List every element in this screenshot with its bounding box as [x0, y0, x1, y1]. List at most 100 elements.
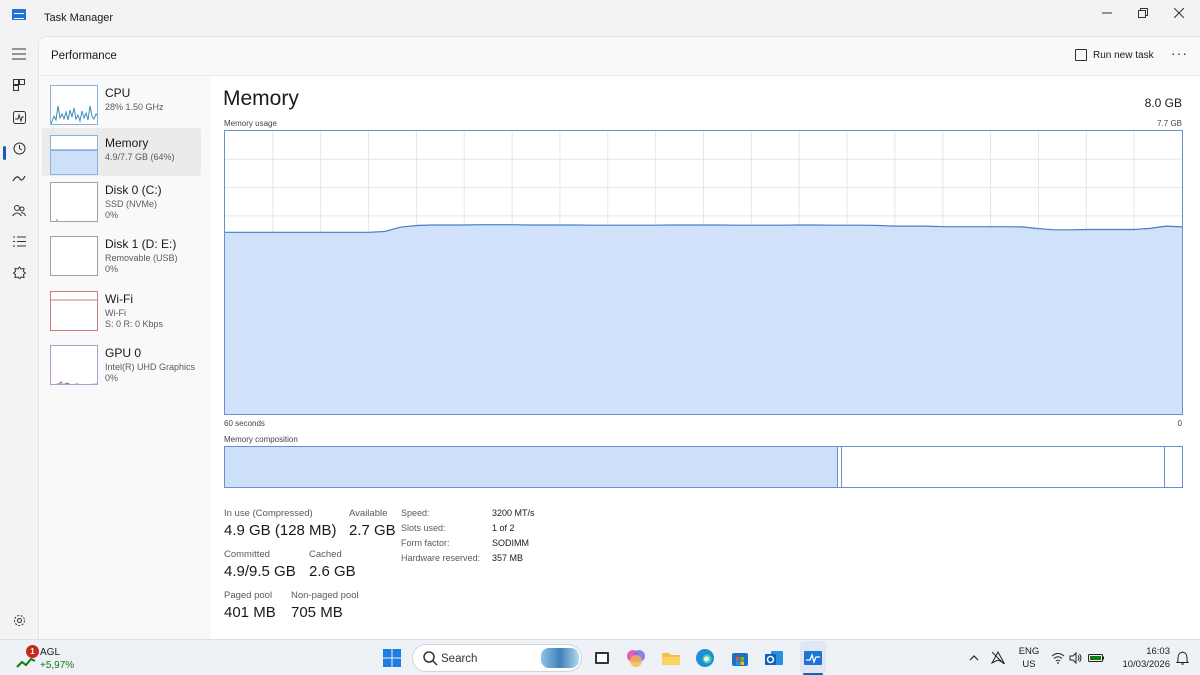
stat-label: Cached	[309, 549, 342, 560]
hamburger-menu-icon[interactable]	[8, 43, 30, 65]
stat-label: In use (Compressed)	[224, 508, 313, 519]
stat-committed: Committed 4.9/9.5 GB	[224, 549, 296, 580]
disk-0-thumbnail-graph	[50, 182, 98, 222]
resource-subtitle: Intel(R) UHD Graphics	[105, 362, 196, 372]
task-view-icon[interactable]	[591, 647, 613, 669]
stat-label: Paged pool	[224, 590, 273, 601]
stat-paged-pool: Paged pool 401 MB	[224, 590, 276, 621]
spec-hardware-reserved-label: Hardware reserved:	[401, 553, 481, 563]
spec-form-factor-label: Form factor:	[401, 538, 450, 548]
spec-slots-value: 1 of 2	[492, 523, 515, 533]
minimize-icon	[1102, 12, 1112, 14]
resource-value: 0%	[105, 373, 119, 383]
keyboard-layout-indicator[interactable]: US	[1016, 659, 1042, 670]
performance-icon[interactable]	[8, 106, 30, 128]
stat-value: 2.7 GB	[349, 522, 396, 539]
memory-composition-bar	[224, 446, 1183, 488]
resource-item-memory[interactable]: Memory 4.9/7.7 GB (64%)	[42, 128, 201, 176]
outlook-icon[interactable]	[763, 647, 785, 669]
taskbar-search[interactable]: Search	[412, 644, 582, 672]
gpu-0-thumbnail-graph	[50, 345, 98, 385]
memory-usage-chart	[225, 131, 1183, 414]
microsoft-store-icon[interactable]	[729, 647, 751, 669]
stat-label: Non-paged pool	[291, 590, 359, 601]
memory-usage-label: Memory usage	[224, 119, 277, 128]
clock-date[interactable]: 10/03/2026	[1110, 659, 1170, 670]
stock-widget[interactable]: 1 AGL +5,97%	[14, 643, 104, 673]
memory-detail-panel: Memory 8.0 GB Memory usage 7.7 GB 60 sec…	[211, 76, 1200, 640]
spec-speed-value: 3200 MT/s	[492, 508, 535, 518]
resource-title: Disk 1 (D: E:)	[105, 237, 177, 251]
run-task-icon	[1075, 49, 1087, 61]
processes-icon[interactable]	[8, 74, 30, 96]
resource-item-gpu-0[interactable]: GPU 0 Intel(R) UHD Graphics 0%	[42, 338, 201, 386]
wifi-icon[interactable]	[1050, 650, 1066, 666]
resource-subtitle: 4.9/7.7 GB (64%)	[105, 152, 175, 162]
taskbar: 1 AGL +5,97% Search ENG US 16:03 10/03/2…	[0, 639, 1200, 675]
left-navigation	[0, 36, 38, 639]
spec-hardware-reserved-value: 357 MB	[492, 553, 524, 563]
location-off-icon[interactable]	[990, 650, 1006, 666]
app-history-icon[interactable]	[8, 137, 30, 159]
composition-in-use	[225, 447, 838, 487]
resource-title: Wi-Fi	[105, 292, 133, 306]
run-new-task-label: Run new task	[1093, 49, 1154, 61]
stat-value: 401 MB	[224, 604, 276, 621]
resource-title: CPU	[105, 86, 131, 100]
users-icon[interactable]	[8, 199, 30, 221]
resource-subtitle: Wi-Fi	[105, 308, 126, 318]
clock-time[interactable]: 16:03	[1110, 646, 1170, 657]
task-manager-app-icon	[12, 9, 26, 20]
memory-usage-max: 7.7 GB	[1157, 119, 1182, 128]
title-bar: Task Manager	[0, 0, 1200, 36]
stat-in-use: In use (Compressed) 4.9 GB (128 MB)	[224, 508, 337, 539]
graph-time-right: 0	[1177, 419, 1182, 428]
resource-subtitle: 28% 1.50 GHz	[105, 102, 164, 112]
cpu-thumbnail-graph	[50, 85, 98, 125]
memory-title: Memory	[223, 87, 299, 110]
battery-charging-icon[interactable]	[1088, 650, 1104, 666]
edge-browser-icon[interactable]	[694, 647, 716, 669]
main-panel: Performance Run new task ··· CPU 28% 1.5…	[38, 36, 1200, 640]
spec-slots-label: Slots used:	[401, 523, 446, 533]
details-icon[interactable]	[8, 230, 30, 252]
settings-icon[interactable]	[8, 609, 30, 631]
resource-title: Disk 0 (C:)	[105, 183, 162, 197]
disk-1-thumbnail-graph	[50, 236, 98, 276]
copilot-icon[interactable]	[625, 647, 647, 669]
more-options-button[interactable]: ···	[1171, 45, 1188, 61]
stock-trend-icon	[16, 657, 36, 668]
start-button[interactable]	[381, 647, 403, 669]
task-manager-taskbar-icon	[802, 647, 824, 669]
resource-title: Memory	[105, 136, 149, 150]
show-hidden-icons-chevron-up-icon[interactable]	[966, 650, 982, 666]
search-highlight-image	[541, 648, 579, 668]
resource-item-wifi[interactable]: Wi-Fi Wi-Fi S: 0 R: 0 Kbps	[42, 284, 201, 332]
resource-subtitle: Removable (USB)	[105, 253, 178, 263]
graph-time-left: 60 seconds	[224, 419, 265, 428]
notification-badge: 1	[26, 645, 39, 658]
composition-standby	[842, 447, 1165, 487]
resource-item-disk-0[interactable]: Disk 0 (C:) SSD (NVMe) 0%	[42, 175, 201, 223]
memory-usage-graph	[224, 130, 1183, 415]
resource-item-cpu[interactable]: CPU 28% 1.50 GHz	[42, 78, 201, 126]
startup-apps-icon[interactable]	[8, 168, 30, 190]
stat-label: Available	[349, 508, 388, 519]
resource-list: CPU 28% 1.50 GHz Memory 4.9/7.7 GB (64%)…	[39, 76, 211, 640]
notification-bell-icon[interactable]	[1174, 650, 1190, 666]
stat-cached: Cached 2.6 GB	[309, 549, 356, 580]
active-nav-indicator	[3, 146, 6, 160]
services-icon[interactable]	[8, 261, 30, 283]
volume-icon[interactable]	[1068, 650, 1084, 666]
resource-item-disk-1[interactable]: Disk 1 (D: E:) Removable (USB) 0%	[42, 229, 201, 277]
search-placeholder: Search	[441, 653, 478, 665]
window-title: Task Manager	[44, 12, 114, 24]
windows-logo-icon	[383, 649, 401, 667]
run-new-task-button[interactable]: Run new task	[1075, 49, 1154, 61]
stat-label: Committed	[224, 549, 270, 560]
resource-value: 0%	[105, 264, 119, 274]
close-button[interactable]	[1156, 0, 1200, 26]
language-indicator[interactable]: ENG	[1016, 646, 1042, 657]
stat-value: 4.9 GB (128 MB)	[224, 522, 337, 539]
file-explorer-icon[interactable]	[660, 647, 682, 669]
